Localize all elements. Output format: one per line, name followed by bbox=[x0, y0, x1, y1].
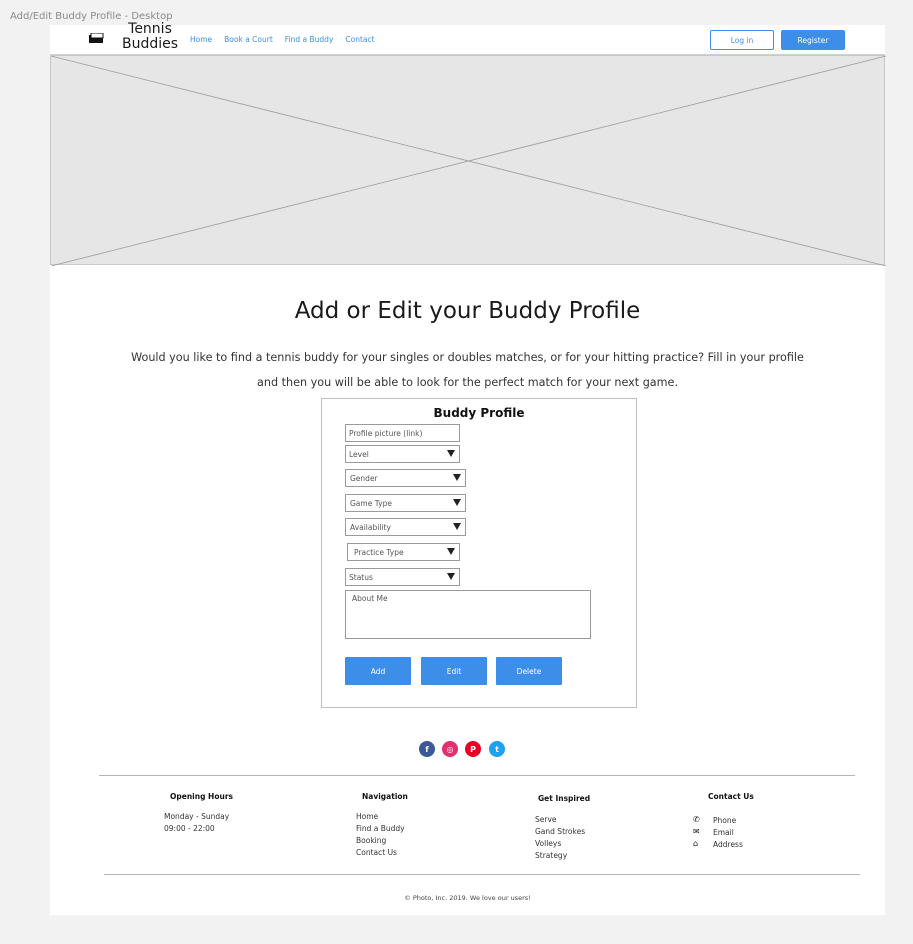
dropdown-arrow-icon bbox=[447, 450, 455, 457]
footer-nav-contact-us[interactable]: Contact Us bbox=[356, 847, 405, 859]
facebook-glyph: f bbox=[425, 744, 429, 754]
navigation-title: Navigation bbox=[362, 792, 408, 801]
page-title: Add or Edit your Buddy Profile bbox=[294, 298, 641, 324]
footer-divider-top bbox=[99, 775, 855, 776]
logo-line-1: Tennis bbox=[128, 21, 172, 37]
practice-type-label: Practice Type bbox=[354, 547, 404, 557]
buddy-profile-form: Buddy Profile Profile picture (link) Lev… bbox=[321, 398, 637, 708]
contact-address-label: Address bbox=[713, 840, 743, 849]
opening-times: 09:00 - 22:00 bbox=[164, 824, 215, 833]
practice-type-select[interactable]: Practice Type bbox=[347, 543, 460, 561]
intro-line-2: and then you will be able to look for th… bbox=[257, 376, 678, 389]
form-title: Buddy Profile bbox=[433, 406, 525, 420]
intro-line-1: Would you like to find a tennis buddy fo… bbox=[131, 351, 804, 364]
nav-find-a-buddy[interactable]: Find a Buddy bbox=[285, 35, 334, 44]
nav-book-a-court[interactable]: Book a Court bbox=[224, 35, 273, 44]
dropdown-arrow-icon bbox=[453, 523, 461, 530]
nav-contact[interactable]: Contact bbox=[345, 35, 374, 44]
dropdown-arrow-icon bbox=[447, 573, 455, 580]
about-me-textarea[interactable]: About Me bbox=[345, 590, 591, 639]
availability-label: Availability bbox=[350, 522, 391, 532]
footer-divider-bottom bbox=[104, 874, 860, 875]
get-inspired-list: Serve Gand Strokes Volleys Strategy bbox=[535, 814, 585, 862]
footer-nav-booking[interactable]: Booking bbox=[356, 835, 405, 847]
dropdown-arrow-icon bbox=[453, 474, 461, 481]
status-select[interactable]: Status bbox=[345, 568, 460, 586]
contact-email-label: Email bbox=[713, 828, 734, 837]
intro-text: Would you like to find a tennis buddy fo… bbox=[50, 345, 885, 395]
dropdown-arrow-icon bbox=[447, 548, 455, 555]
logo-text[interactable]: Tennis Buddies bbox=[115, 22, 185, 52]
about-me-placeholder: About Me bbox=[352, 594, 388, 603]
phone-icon: ✆ bbox=[693, 815, 700, 824]
get-inspired-title: Get Inspired bbox=[538, 794, 591, 803]
instagram-glyph: ◎ bbox=[446, 744, 454, 754]
inspired-strategy[interactable]: Strategy bbox=[535, 850, 585, 862]
login-button[interactable]: Log in bbox=[710, 30, 774, 50]
delete-button[interactable]: Delete bbox=[496, 657, 562, 685]
twitter-icon[interactable]: t bbox=[489, 741, 505, 757]
inspired-serve[interactable]: Serve bbox=[535, 814, 585, 826]
opening-hours-title: Opening Hours bbox=[170, 792, 233, 801]
footer-navigation-list: Home Find a Buddy Booking Contact Us bbox=[356, 811, 405, 859]
availability-select[interactable]: Availability bbox=[345, 518, 466, 536]
pinterest-icon[interactable]: P bbox=[465, 741, 481, 757]
level-select[interactable]: Level bbox=[345, 445, 460, 463]
register-button[interactable]: Register bbox=[781, 30, 845, 50]
game-type-select[interactable]: Game Type bbox=[345, 494, 466, 512]
profile-picture-input[interactable]: Profile picture (link) bbox=[345, 424, 460, 442]
nav-home[interactable]: Home bbox=[190, 35, 212, 44]
twitter-glyph: t bbox=[495, 744, 499, 754]
logo-line-2: Buddies bbox=[121, 36, 179, 52]
email-icon: ✉ bbox=[693, 827, 700, 836]
inspired-volleys[interactable]: Volleys bbox=[535, 838, 585, 850]
contact-us-title: Contact Us bbox=[708, 792, 754, 801]
gender-select[interactable]: Gender bbox=[345, 469, 466, 487]
page: Tennis Buddies Home Book a Court Find a … bbox=[50, 22, 886, 915]
status-label: Status bbox=[349, 572, 373, 582]
edit-button[interactable]: Edit bbox=[421, 657, 487, 685]
address-icon: ⌂ bbox=[693, 839, 699, 848]
opening-hours-list: Monday - Sunday 09:00 - 22:00 bbox=[164, 811, 229, 835]
copyright-text: © Photo, Inc. 2019. We love our users! bbox=[404, 894, 531, 902]
profile-picture-placeholder: Profile picture (link) bbox=[349, 428, 423, 438]
inspired-gand-strokes[interactable]: Gand Strokes bbox=[535, 826, 585, 838]
gender-label: Gender bbox=[350, 473, 378, 483]
pinterest-glyph: P bbox=[470, 744, 476, 754]
facebook-icon[interactable]: f bbox=[419, 741, 435, 757]
instagram-icon[interactable]: ◎ bbox=[442, 741, 458, 757]
dropdown-arrow-icon bbox=[453, 499, 461, 506]
header: Tennis Buddies Home Book a Court Find a … bbox=[50, 22, 885, 55]
main-nav: Home Book a Court Find a Buddy Contact bbox=[190, 35, 387, 44]
logo-icon bbox=[89, 33, 104, 43]
level-label: Level bbox=[349, 449, 369, 459]
placeholder-cross-icon bbox=[51, 56, 886, 266]
footer-nav-find-a-buddy[interactable]: Find a Buddy bbox=[356, 823, 405, 835]
game-type-label: Game Type bbox=[350, 498, 392, 508]
opening-days: Monday - Sunday bbox=[164, 812, 230, 821]
footer-nav-home[interactable]: Home bbox=[356, 811, 405, 823]
contact-phone-label: Phone bbox=[713, 816, 737, 825]
hero-image-placeholder bbox=[50, 55, 886, 266]
add-button[interactable]: Add bbox=[345, 657, 411, 685]
